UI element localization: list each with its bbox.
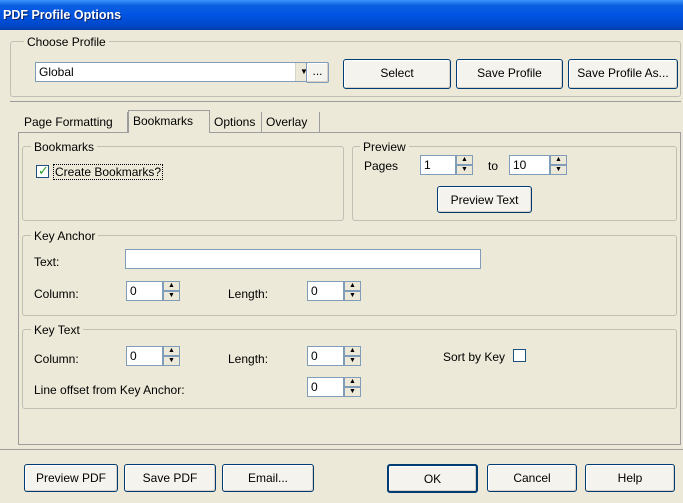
- pages-from-input[interactable]: 1: [420, 155, 456, 175]
- key-anchor-group-label: Key Anchor: [31, 229, 99, 243]
- spin-down-icon[interactable]: ▼: [163, 356, 180, 366]
- browse-profile-button[interactable]: ...: [306, 62, 329, 83]
- bookmarks-group-label: Bookmarks: [31, 140, 98, 154]
- tab-bookmarks[interactable]: Bookmarks: [128, 110, 210, 133]
- cancel-button[interactable]: Cancel: [487, 464, 577, 492]
- to-label: to: [488, 159, 499, 173]
- key-text-group: [22, 329, 677, 409]
- preview-pdf-button[interactable]: Preview PDF: [24, 464, 118, 492]
- spin-up-icon[interactable]: ▲: [344, 281, 361, 291]
- key-text-length-label: Length:: [228, 352, 269, 366]
- key-text-column-spinner[interactable]: ▲ ▼: [163, 346, 180, 366]
- key-anchor-column-label: Column:: [34, 287, 79, 301]
- key-anchor-length-label: Length:: [228, 287, 269, 301]
- save-profile-as-button[interactable]: Save Profile As...: [568, 59, 678, 89]
- pages-from-spinner[interactable]: ▲ ▼: [456, 155, 473, 175]
- preview-group-label: Preview: [360, 140, 409, 154]
- spin-up-icon[interactable]: ▲: [163, 346, 180, 356]
- spin-down-icon[interactable]: ▼: [550, 165, 567, 175]
- sort-by-key-checkbox[interactable]: [513, 349, 526, 362]
- key-anchor-column-input[interactable]: 0: [126, 281, 163, 301]
- spin-down-icon[interactable]: ▼: [344, 356, 361, 366]
- key-text-group-label: Key Text: [31, 323, 83, 337]
- key-anchor-group: [22, 235, 677, 316]
- tab-strip: Page Formatting Bookmarks Options Overla…: [20, 110, 680, 134]
- spin-up-icon[interactable]: ▲: [163, 281, 180, 291]
- profile-combo[interactable]: Global ▼: [35, 62, 313, 82]
- spin-down-icon[interactable]: ▼: [456, 165, 473, 175]
- sort-by-key-label: Sort by Key: [443, 350, 506, 364]
- key-anchor-length-input[interactable]: 0: [307, 281, 344, 301]
- pdf-profile-options-dialog: PDF Profile Options Choose Profile Globa…: [0, 0, 683, 503]
- save-profile-button[interactable]: Save Profile: [456, 59, 563, 89]
- choose-profile-label: Choose Profile: [24, 35, 109, 49]
- save-pdf-button[interactable]: Save PDF: [124, 464, 216, 492]
- spin-up-icon[interactable]: ▲: [344, 377, 361, 387]
- key-text-length-spinner[interactable]: ▲ ▼: [344, 346, 361, 366]
- window-title: PDF Profile Options: [3, 8, 122, 22]
- spin-down-icon[interactable]: ▼: [344, 387, 361, 397]
- spin-down-icon[interactable]: ▼: [344, 291, 361, 301]
- spin-down-icon[interactable]: ▼: [163, 291, 180, 301]
- profile-combo-value: Global: [39, 65, 74, 79]
- bookmarks-group: [22, 146, 344, 221]
- create-bookmarks-label[interactable]: Create Bookmarks?: [53, 164, 164, 180]
- email-button[interactable]: Email...: [222, 464, 314, 492]
- pages-to-spinner[interactable]: ▲ ▼: [550, 155, 567, 175]
- checkmark-icon: ✓: [38, 163, 49, 178]
- title-bar: PDF Profile Options: [0, 0, 683, 30]
- preview-text-button[interactable]: Preview Text: [437, 186, 532, 213]
- tab-label: Overlay: [266, 115, 308, 129]
- pages-label: Pages: [364, 159, 399, 173]
- line-offset-label: Line offset from Key Anchor:: [34, 383, 185, 397]
- line-offset-spinner[interactable]: ▲ ▼: [344, 377, 361, 397]
- choose-profile-area: Choose Profile Global ▼ ... Select Save …: [10, 30, 681, 102]
- key-anchor-length-spinner[interactable]: ▲ ▼: [344, 281, 361, 301]
- tab-label: Page Formatting: [24, 115, 113, 129]
- line-offset-input[interactable]: 0: [307, 377, 344, 397]
- tab-options[interactable]: Options: [210, 112, 262, 133]
- tab-overlay[interactable]: Overlay: [262, 112, 320, 133]
- select-button[interactable]: Select: [343, 59, 451, 89]
- spin-up-icon[interactable]: ▲: [550, 155, 567, 165]
- tab-page-formatting[interactable]: Page Formatting: [20, 112, 128, 133]
- key-text-column-input[interactable]: 0: [126, 346, 163, 366]
- key-anchor-column-spinner[interactable]: ▲ ▼: [163, 281, 180, 301]
- footer-separator: [0, 449, 683, 450]
- create-bookmarks-checkbox[interactable]: ✓: [36, 163, 49, 178]
- tab-label: Bookmarks: [133, 114, 194, 128]
- pages-to-input[interactable]: 10: [509, 155, 550, 175]
- key-text-column-label: Column:: [34, 352, 79, 366]
- key-text-length-input[interactable]: 0: [307, 346, 344, 366]
- spin-up-icon[interactable]: ▲: [344, 346, 361, 356]
- tab-label: Options: [214, 115, 256, 129]
- spin-up-icon[interactable]: ▲: [456, 155, 473, 165]
- key-anchor-text-label: Text:: [34, 255, 60, 269]
- help-button[interactable]: Help: [585, 464, 675, 492]
- ok-button[interactable]: OK: [387, 464, 478, 493]
- key-anchor-text-input[interactable]: [125, 249, 481, 269]
